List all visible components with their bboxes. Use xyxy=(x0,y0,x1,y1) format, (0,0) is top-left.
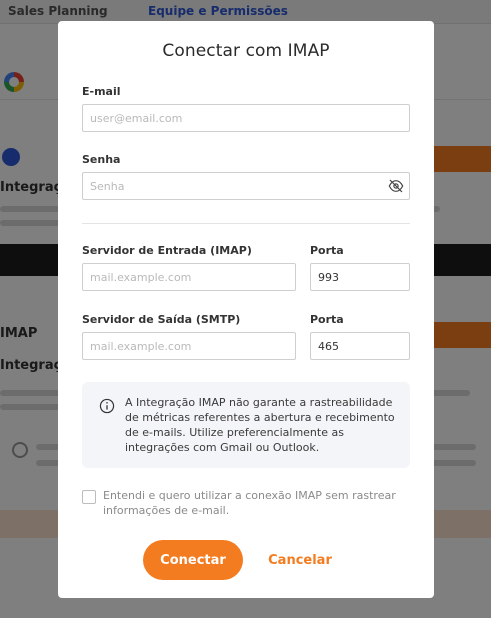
cancel-button[interactable]: Cancelar xyxy=(263,540,337,580)
incoming-port-input[interactable] xyxy=(310,263,410,291)
incoming-port-label: Porta xyxy=(310,244,344,257)
incoming-server-input[interactable] xyxy=(82,263,296,291)
tracking-consent-checkbox[interactable] xyxy=(82,490,96,504)
imap-warning-text: A Integração IMAP não garante a rastreab… xyxy=(125,396,395,454)
email-label: E-mail xyxy=(82,85,121,98)
outgoing-port-label: Porta xyxy=(310,313,344,326)
tracking-consent-label[interactable]: Entendi e quero utilizar a conexão IMAP … xyxy=(103,488,403,518)
password-input[interactable] xyxy=(82,172,410,200)
incoming-server-label: Servidor de Entrada (IMAP) xyxy=(82,244,252,257)
section-divider xyxy=(82,223,410,224)
outgoing-server-label: Servidor de Saída (SMTP) xyxy=(82,313,241,326)
imap-connect-dialog: Conectar com IMAP E-mail Senha Servidor … xyxy=(58,21,434,598)
info-circle-icon xyxy=(99,398,115,414)
email-input[interactable] xyxy=(82,104,410,132)
dialog-title: Conectar com IMAP xyxy=(162,41,330,61)
imap-warning-box: A Integração IMAP não garante a rastreab… xyxy=(82,382,410,468)
password-label: Senha xyxy=(82,153,121,166)
eye-off-icon[interactable] xyxy=(388,179,404,193)
connect-button[interactable]: Conectar xyxy=(143,540,243,580)
outgoing-port-input[interactable] xyxy=(310,332,410,360)
outgoing-server-input[interactable] xyxy=(82,332,296,360)
